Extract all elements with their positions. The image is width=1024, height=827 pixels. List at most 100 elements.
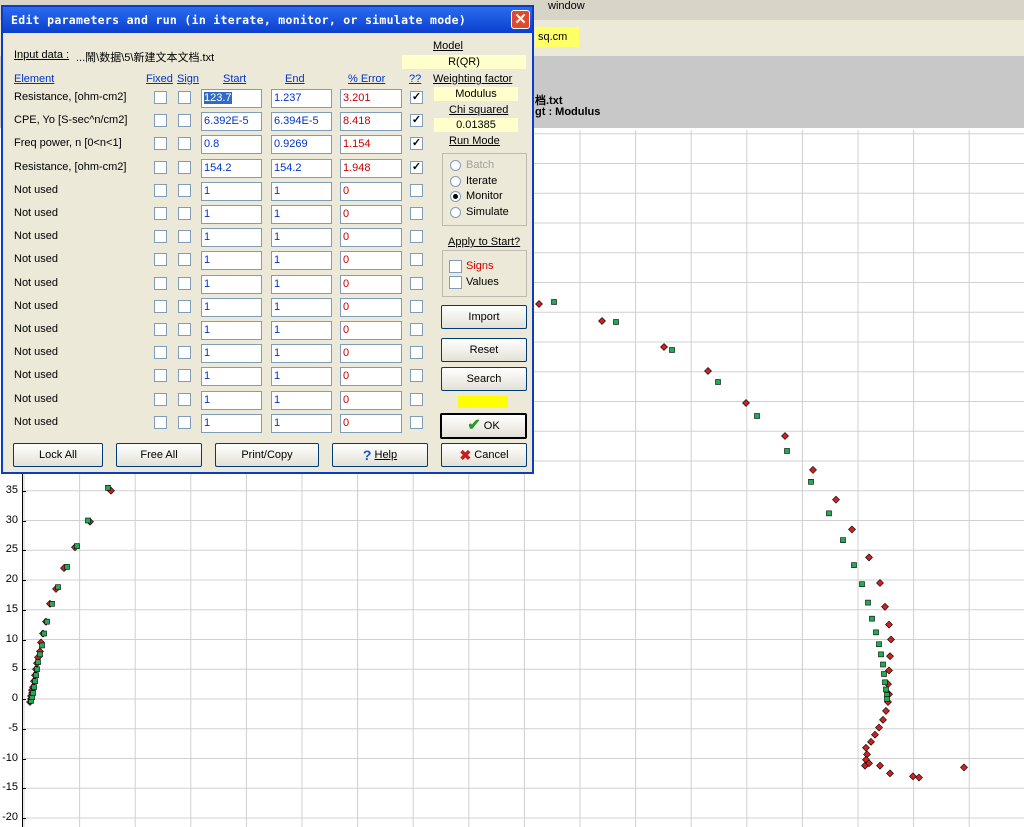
error-value-field[interactable]: 0 [340, 344, 402, 363]
fixed-checkbox[interactable] [154, 369, 167, 382]
start-value-field[interactable]: 1 [201, 414, 262, 433]
end-value-field[interactable]: 1 [271, 275, 332, 294]
sign-checkbox[interactable] [178, 91, 191, 104]
fixed-checkbox[interactable] [154, 300, 167, 313]
row-qq-checkbox[interactable]: ✓ [410, 114, 423, 127]
fixed-checkbox[interactable] [154, 161, 167, 174]
row-qq-checkbox[interactable] [410, 184, 423, 197]
error-value-field[interactable]: 0 [340, 367, 402, 386]
start-value-field[interactable]: 6.392E-5 [201, 112, 262, 131]
reset-button[interactable]: Reset [441, 338, 527, 362]
sign-checkbox[interactable] [178, 277, 191, 290]
row-qq-checkbox[interactable] [410, 346, 423, 359]
fixed-checkbox[interactable] [154, 137, 167, 150]
end-value-field[interactable]: 1 [271, 367, 332, 386]
fixed-checkbox[interactable] [154, 346, 167, 359]
error-value-field[interactable]: 3.201 [340, 89, 402, 108]
start-value-field[interactable]: 0.8 [201, 135, 262, 154]
error-value-field[interactable]: 0 [340, 205, 402, 224]
end-value-field[interactable]: 1 [271, 344, 332, 363]
sign-checkbox[interactable] [178, 253, 191, 266]
sign-checkbox[interactable] [178, 161, 191, 174]
start-value-field[interactable]: 1 [201, 298, 262, 317]
end-value-field[interactable]: 1 [271, 251, 332, 270]
end-value-field[interactable]: 1 [271, 228, 332, 247]
end-value-field[interactable]: 1 [271, 182, 332, 201]
error-value-field[interactable]: 1.154 [340, 135, 402, 154]
import-button[interactable]: Import [441, 305, 527, 329]
row-qq-checkbox[interactable] [410, 277, 423, 290]
sign-checkbox[interactable] [178, 184, 191, 197]
print-copy-button[interactable]: Print/Copy [215, 443, 319, 467]
error-value-field[interactable]: 0 [340, 321, 402, 340]
end-value-field[interactable]: 1 [271, 298, 332, 317]
error-value-field[interactable]: 8.418 [340, 112, 402, 131]
start-value-field[interactable]: 1 [201, 344, 262, 363]
free-all-button[interactable]: Free All [116, 443, 202, 467]
fixed-checkbox[interactable] [154, 114, 167, 127]
start-value-field[interactable]: 1 [201, 367, 262, 386]
fixed-checkbox[interactable] [154, 207, 167, 220]
values-checkbox[interactable] [449, 276, 462, 289]
run-mode-radio-iterate[interactable] [450, 175, 461, 187]
row-qq-checkbox[interactable]: ✓ [410, 161, 423, 174]
lock-all-button[interactable]: Lock All [13, 443, 103, 467]
end-value-field[interactable]: 1 [271, 414, 332, 433]
row-qq-checkbox[interactable] [410, 416, 423, 429]
error-value-field[interactable]: 0 [340, 298, 402, 317]
start-value-field[interactable]: 1 [201, 228, 262, 247]
start-value-field[interactable]: 1 [201, 205, 262, 224]
fixed-checkbox[interactable] [154, 323, 167, 336]
error-value-field[interactable]: 0 [340, 391, 402, 410]
help-button[interactable]: ? Help [332, 443, 428, 467]
row-qq-checkbox[interactable]: ✓ [410, 91, 423, 104]
row-qq-checkbox[interactable] [410, 253, 423, 266]
end-value-field[interactable]: 1.237 [271, 89, 332, 108]
end-value-field[interactable]: 1 [271, 205, 332, 224]
fixed-checkbox[interactable] [154, 277, 167, 290]
row-qq-checkbox[interactable] [410, 300, 423, 313]
start-value-field[interactable]: 1 [201, 251, 262, 270]
sign-checkbox[interactable] [178, 137, 191, 150]
start-value-field[interactable]: 1 [201, 391, 262, 410]
row-qq-checkbox[interactable] [410, 393, 423, 406]
start-value-field[interactable]: 123.7 [201, 89, 262, 108]
sign-checkbox[interactable] [178, 346, 191, 359]
search-button[interactable]: Search [441, 367, 527, 391]
sign-checkbox[interactable] [178, 416, 191, 429]
fixed-checkbox[interactable] [154, 416, 167, 429]
cancel-button[interactable]: ✖ Cancel [441, 443, 527, 467]
sign-checkbox[interactable] [178, 393, 191, 406]
signs-checkbox[interactable] [449, 260, 462, 273]
fixed-checkbox[interactable] [154, 253, 167, 266]
row-qq-checkbox[interactable] [410, 230, 423, 243]
start-value-field[interactable]: 1 [201, 275, 262, 294]
sign-checkbox[interactable] [178, 114, 191, 127]
close-button[interactable]: ✕ [511, 10, 530, 29]
sign-checkbox[interactable] [178, 369, 191, 382]
end-value-field[interactable]: 0.9269 [271, 135, 332, 154]
row-qq-checkbox[interactable] [410, 323, 423, 336]
row-qq-checkbox[interactable]: ✓ [410, 137, 423, 150]
error-value-field[interactable]: 1.948 [340, 159, 402, 178]
fixed-checkbox[interactable] [154, 184, 167, 197]
error-value-field[interactable]: 0 [340, 414, 402, 433]
sign-checkbox[interactable] [178, 230, 191, 243]
error-value-field[interactable]: 0 [340, 251, 402, 270]
start-value-field[interactable]: 154.2 [201, 159, 262, 178]
ok-button[interactable]: ✔ OK [440, 413, 527, 439]
end-value-field[interactable]: 154.2 [271, 159, 332, 178]
error-value-field[interactable]: 0 [340, 182, 402, 201]
end-value-field[interactable]: 6.394E-5 [271, 112, 332, 131]
end-value-field[interactable]: 1 [271, 321, 332, 340]
row-qq-checkbox[interactable] [410, 207, 423, 220]
start-value-field[interactable]: 1 [201, 182, 262, 201]
run-mode-radio-monitor[interactable] [450, 191, 461, 202]
run-mode-radio-simulate[interactable] [450, 206, 461, 218]
sign-checkbox[interactable] [178, 300, 191, 313]
fixed-checkbox[interactable] [154, 393, 167, 406]
sign-checkbox[interactable] [178, 323, 191, 336]
start-value-field[interactable]: 1 [201, 321, 262, 340]
error-value-field[interactable]: 0 [340, 228, 402, 247]
end-value-field[interactable]: 1 [271, 391, 332, 410]
